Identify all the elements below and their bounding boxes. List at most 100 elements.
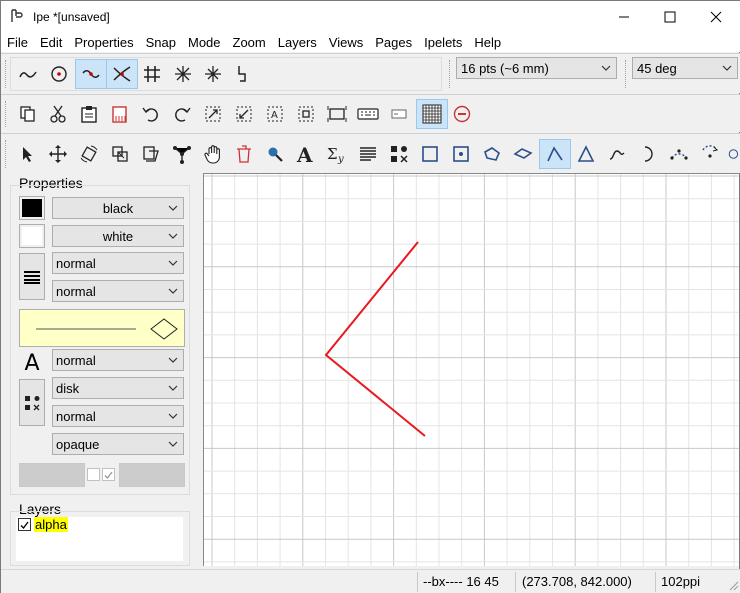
drawing-canvas[interactable]: [203, 173, 739, 566]
drawn-polyline[interactable]: [324, 241, 426, 437]
stretch-icon: [112, 146, 128, 162]
mark-size-select[interactable]: normal: [52, 405, 184, 427]
pen-style-button[interactable]: [19, 253, 45, 300]
mode-rectangle-button[interactable]: [414, 139, 446, 169]
menu-pages[interactable]: Pages: [375, 35, 412, 50]
minimize-button[interactable]: [601, 1, 647, 32]
mark-icon: [391, 146, 408, 163]
menu-zoom[interactable]: Zoom: [233, 35, 266, 50]
snap-center-button[interactable]: [43, 59, 75, 89]
zoom-objects-button[interactable]: A: [259, 99, 291, 129]
fill-color-swatch[interactable]: [19, 224, 45, 248]
mode-label-button[interactable]: A: [290, 139, 322, 169]
stroke-color-value: black: [102, 200, 134, 216]
snap-auto-angular-button[interactable]: [197, 59, 229, 89]
text-size-value: normal: [56, 352, 96, 368]
mode-delete-button[interactable]: [228, 139, 260, 169]
snap-custom-button[interactable]: [227, 59, 259, 89]
stroke-color-swatch[interactable]: [19, 196, 45, 220]
mode-shear-button[interactable]: [135, 139, 167, 169]
title-bar: Ipe *[unsaved]: [1, 1, 740, 32]
zoom-selection-button[interactable]: [290, 99, 322, 129]
layer-visibility-checkbox[interactable]: [18, 518, 31, 531]
close-button[interactable]: [693, 1, 739, 32]
mode-paragraph-button[interactable]: [352, 139, 384, 169]
text-size-icon-button: A: [19, 351, 45, 376]
mode-toolbar: A Σy: [1, 133, 740, 173]
mode-polygon-closed-button[interactable]: [570, 139, 602, 169]
mode-polygon-button[interactable]: [476, 139, 508, 169]
snap-intersection-button[interactable]: [106, 59, 138, 89]
resize-grip-icon[interactable]: [727, 579, 739, 591]
grid-visible-button[interactable]: [416, 99, 448, 129]
cut-button[interactable]: [42, 99, 74, 129]
redo-button[interactable]: [166, 99, 198, 129]
copy-button[interactable]: [11, 99, 43, 129]
stroke-color-select[interactable]: black: [52, 197, 184, 219]
circle-icon: [728, 149, 739, 159]
mode-rotate-button[interactable]: [73, 139, 105, 169]
mode-parallelogram-button[interactable]: [507, 139, 539, 169]
text-size-select[interactable]: normal: [52, 349, 184, 371]
mode-lines-button[interactable]: [539, 139, 571, 169]
menu-layers[interactable]: Layers: [278, 35, 317, 50]
menu-snap[interactable]: Snap: [146, 35, 176, 50]
paste-button[interactable]: [73, 99, 105, 129]
arc-three-points-icon: [670, 149, 688, 160]
arrow-style-preview[interactable]: [19, 309, 185, 347]
mode-spline-button[interactable]: [601, 139, 633, 169]
stop-button[interactable]: [446, 99, 478, 129]
zoom-width-button[interactable]: [228, 99, 260, 129]
menu-views[interactable]: Views: [329, 35, 363, 50]
mode-arc-clockwise-button[interactable]: [694, 139, 726, 169]
symbol-right-button[interactable]: [119, 463, 185, 487]
menu-mode[interactable]: Mode: [188, 35, 221, 50]
mode-math-button[interactable]: Σy: [321, 139, 353, 169]
angle-size-select[interactable]: 45 deg: [632, 57, 738, 79]
mode-graph-button[interactable]: [166, 139, 198, 169]
zoom-page-button[interactable]: [197, 99, 229, 129]
snap-grid-button[interactable]: [136, 59, 168, 89]
grid-size-select[interactable]: 16 pts (~6 mm): [456, 57, 617, 79]
status-bar: --bx---- 16 45 (273.708, 842.000) 102ppi: [1, 569, 740, 593]
dash-style-select[interactable]: normal: [52, 280, 184, 302]
svg-text:Σ: Σ: [327, 145, 338, 163]
undo-button[interactable]: [135, 99, 167, 129]
opacity-select[interactable]: opaque: [52, 433, 184, 455]
mode-stretch-button[interactable]: [104, 139, 136, 169]
maximize-button[interactable]: [647, 1, 693, 32]
pen-width-select[interactable]: normal: [52, 252, 184, 274]
menu-file[interactable]: File: [7, 35, 28, 50]
fill-color-select[interactable]: white: [52, 225, 184, 247]
mode-translate-button[interactable]: [42, 139, 74, 169]
keyboard-button[interactable]: [352, 99, 384, 129]
ipe-window: Ipe *[unsaved] File Edit Properties Snap…: [0, 0, 740, 593]
snap-angular-button[interactable]: [167, 59, 199, 89]
mark-style-button[interactable]: [19, 379, 45, 426]
arrow-right-checkbox[interactable]: [102, 468, 115, 481]
paste-at-cursor-button[interactable]: [104, 99, 136, 129]
mode-arc-button[interactable]: [632, 139, 664, 169]
copy-icon: [20, 106, 35, 122]
snap-boundary-button[interactable]: [75, 59, 107, 89]
snap-vertex-button[interactable]: [12, 59, 44, 89]
spline-icon: [609, 150, 625, 160]
layer-name[interactable]: alpha: [34, 517, 68, 532]
mode-mark-button[interactable]: [383, 139, 415, 169]
mode-pan-button[interactable]: [197, 139, 229, 169]
menu-ipelets[interactable]: Ipelets: [424, 35, 462, 50]
svg-text:A: A: [271, 110, 278, 121]
mode-select-button[interactable]: [11, 139, 43, 169]
zoom-in-button[interactable]: [321, 99, 353, 129]
mode-zoom-button[interactable]: [259, 139, 291, 169]
menu-edit[interactable]: Edit: [40, 35, 62, 50]
symbol-left-button[interactable]: [19, 463, 85, 487]
toggle-notes-button[interactable]: [383, 99, 415, 129]
mark-shape-select[interactable]: disk: [52, 377, 184, 399]
menu-properties[interactable]: Properties: [74, 35, 133, 50]
mode-circle-button[interactable]: [725, 139, 739, 169]
mode-box-button[interactable]: [445, 139, 477, 169]
menu-help[interactable]: Help: [474, 35, 501, 50]
mode-arc3p-button[interactable]: [663, 139, 695, 169]
arrow-left-checkbox[interactable]: [87, 468, 100, 481]
